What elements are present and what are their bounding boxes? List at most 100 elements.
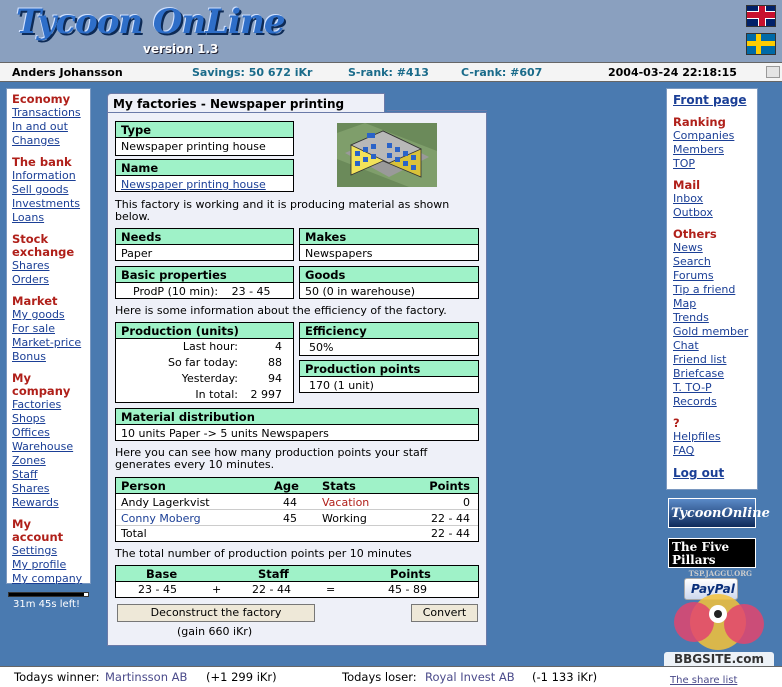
nav-link-helpfiles[interactable]: Helpfiles — [673, 430, 751, 444]
nav-section-market: Market — [12, 294, 58, 308]
basic-properties-box: Basic properties ProdP (10 min): 23 - 45 — [115, 266, 294, 299]
nav-link-outbox[interactable]: Outbox — [673, 206, 751, 220]
efficiency-intro: Here is some information about the effic… — [115, 304, 447, 317]
factory-name-link[interactable]: Newspaper printing house — [121, 178, 266, 191]
version-label: version 1.3 — [143, 42, 219, 56]
nav-link-bonus[interactable]: Bonus — [12, 350, 85, 364]
deconstruct-button[interactable]: Deconstruct the factory — [117, 604, 315, 622]
nav-link-zones[interactable]: Zones — [12, 454, 85, 468]
staff-age: 45 — [283, 512, 297, 525]
nav-link-shares[interactable]: Shares — [12, 259, 85, 273]
nav-link-shops[interactable]: Shops — [12, 412, 85, 426]
c-rank: C-rank: #607 — [461, 66, 543, 79]
staff-stats: Vacation — [322, 496, 370, 509]
nav-section-help: ? — [673, 416, 680, 430]
calc-points: 45 - 89 — [388, 583, 427, 596]
site-logo[interactable]: Tycoon OnLine — [16, 2, 285, 42]
nav-link-investments[interactable]: Investments — [12, 197, 85, 211]
name-label: Name — [116, 160, 293, 176]
col-age: Age — [274, 479, 299, 493]
nav-link-t-to-p[interactable]: T. TO-P — [673, 381, 751, 395]
nav-link-chat[interactable]: Chat — [673, 339, 751, 353]
nav-link-search[interactable]: Search — [673, 255, 751, 269]
tycoononline-banner[interactable]: TycoonOnline — [668, 498, 770, 528]
type-box: Type Newspaper printing house — [115, 121, 294, 156]
nav-link-transactions[interactable]: Transactions — [12, 106, 85, 120]
nav-link-top[interactable]: TOP — [673, 157, 751, 171]
nav-link-settings[interactable]: Settings — [12, 544, 85, 558]
nav-link-my-goods[interactable]: My goods — [12, 308, 85, 322]
calc-plus: + — [212, 583, 222, 596]
nav-link-news[interactable]: News — [673, 241, 751, 255]
nav-link-inbox[interactable]: Inbox — [673, 192, 751, 206]
share-list-link[interactable]: The share list — [670, 675, 737, 686]
staff-person-link[interactable]: Conny Moberg — [121, 512, 201, 525]
total-intro: The total number of production points pe… — [115, 547, 412, 560]
nav-link-changes[interactable]: Changes — [12, 134, 85, 148]
staff-person: Andy Lagerkvist — [121, 496, 210, 509]
nav-link-gold-member[interactable]: Gold member — [673, 325, 751, 339]
goods-box: Goods 50 (0 in warehouse) — [299, 266, 479, 299]
nav-link-my-company[interactable]: My company — [12, 572, 85, 586]
nav-link-orders[interactable]: Orders — [12, 273, 85, 287]
nav-link-tip-a-friend[interactable]: Tip a friend — [673, 283, 751, 297]
nav-link-my-profile[interactable]: My profile — [12, 558, 85, 572]
intro-text: This factory is working and it is produc… — [115, 198, 450, 223]
nav-link-in-and-out[interactable]: In and out — [12, 120, 85, 134]
front-page-link[interactable]: Front page — [673, 93, 751, 107]
staff-table-header: Person Age Stats Points — [116, 478, 478, 494]
nav-link-forums[interactable]: Forums — [673, 269, 751, 283]
nav-link-loans[interactable]: Loans — [12, 211, 85, 225]
nav-link-sell-goods[interactable]: Sell goods — [12, 183, 85, 197]
nav-link-trends[interactable]: Trends — [673, 311, 751, 325]
scrollbar-up-button[interactable] — [766, 66, 780, 78]
sweden-flag-icon[interactable] — [746, 33, 776, 55]
winner-name-link[interactable]: Martinsson AB — [105, 670, 187, 684]
staff-points: 0 — [463, 496, 470, 509]
nav-link-briefcase[interactable]: Briefcase — [673, 367, 751, 381]
nav-link-warehouse[interactable]: Warehouse — [12, 440, 85, 454]
material-distribution-label: Material distribution — [116, 409, 478, 425]
nav-link-market-price[interactable]: Market-price — [12, 336, 85, 350]
calc-col-points: Points — [390, 567, 431, 581]
nav-link-faq[interactable]: FAQ — [673, 444, 751, 458]
nav-link-factories[interactable]: Factories — [12, 398, 85, 412]
nav-section-economy: Economy — [12, 92, 71, 106]
staff-total-label: Total — [121, 527, 147, 540]
nav-section-my-account: My account — [12, 517, 64, 544]
staff-age: 44 — [283, 496, 297, 509]
table-row: Andy Lagerkvist 44 Vacation 0 — [116, 494, 478, 510]
nav-link-friend-list[interactable]: Friend list — [673, 353, 751, 367]
nav-link-offices[interactable]: Offices — [12, 426, 85, 440]
nav-link-map[interactable]: Map — [673, 297, 751, 311]
staff-points: 22 - 44 — [431, 512, 470, 525]
goods-value: 50 (0 in warehouse) — [305, 285, 416, 298]
material-distribution-value: 10 units Paper -> 5 units Newspapers — [121, 427, 329, 440]
production-row: Yesterday: 94 — [181, 372, 282, 385]
name-box: Name Newspaper printing house — [115, 159, 294, 192]
convert-button[interactable]: Convert — [411, 604, 478, 622]
production-row: In total: 2 997 — [195, 388, 282, 401]
loser-name-link[interactable]: Royal Invest AB — [425, 670, 515, 684]
uk-flag-icon[interactable] — [746, 5, 776, 27]
nav-link-staff[interactable]: Staff — [12, 468, 85, 482]
session-time-left: 31m 45s left! — [13, 599, 80, 610]
nav-link-records[interactable]: Records — [673, 395, 751, 409]
prodp-key: ProdP (10 min): — [133, 285, 219, 298]
nav-link-rewards[interactable]: Rewards — [12, 496, 85, 510]
efficiency-value: 50% — [309, 341, 334, 354]
nav-link-companies[interactable]: Companies — [673, 129, 751, 143]
five-pillars-banner[interactable]: The Five Pillars TSP.JAGGU.ORG — [668, 538, 756, 578]
nav-link-information[interactable]: Information — [12, 169, 85, 183]
status-bar: Anders Johansson Savings: 50 672 iKr S-r… — [0, 62, 782, 82]
loser-amount: (-1 133 iKr) — [532, 670, 598, 684]
nav-link-members[interactable]: Members — [673, 143, 751, 157]
makes-value: Newspapers — [305, 247, 373, 260]
production-box: Production (units) Last hour: 4 So far to… — [115, 322, 294, 403]
logout-link[interactable]: Log out — [673, 466, 751, 480]
nav-link-company-shares[interactable]: Shares — [12, 482, 85, 496]
type-label: Type — [116, 122, 293, 138]
production-points-label: Production points — [300, 361, 478, 377]
prodp-value: 23 - 45 — [231, 285, 271, 298]
nav-link-for-sale[interactable]: For sale — [12, 322, 85, 336]
